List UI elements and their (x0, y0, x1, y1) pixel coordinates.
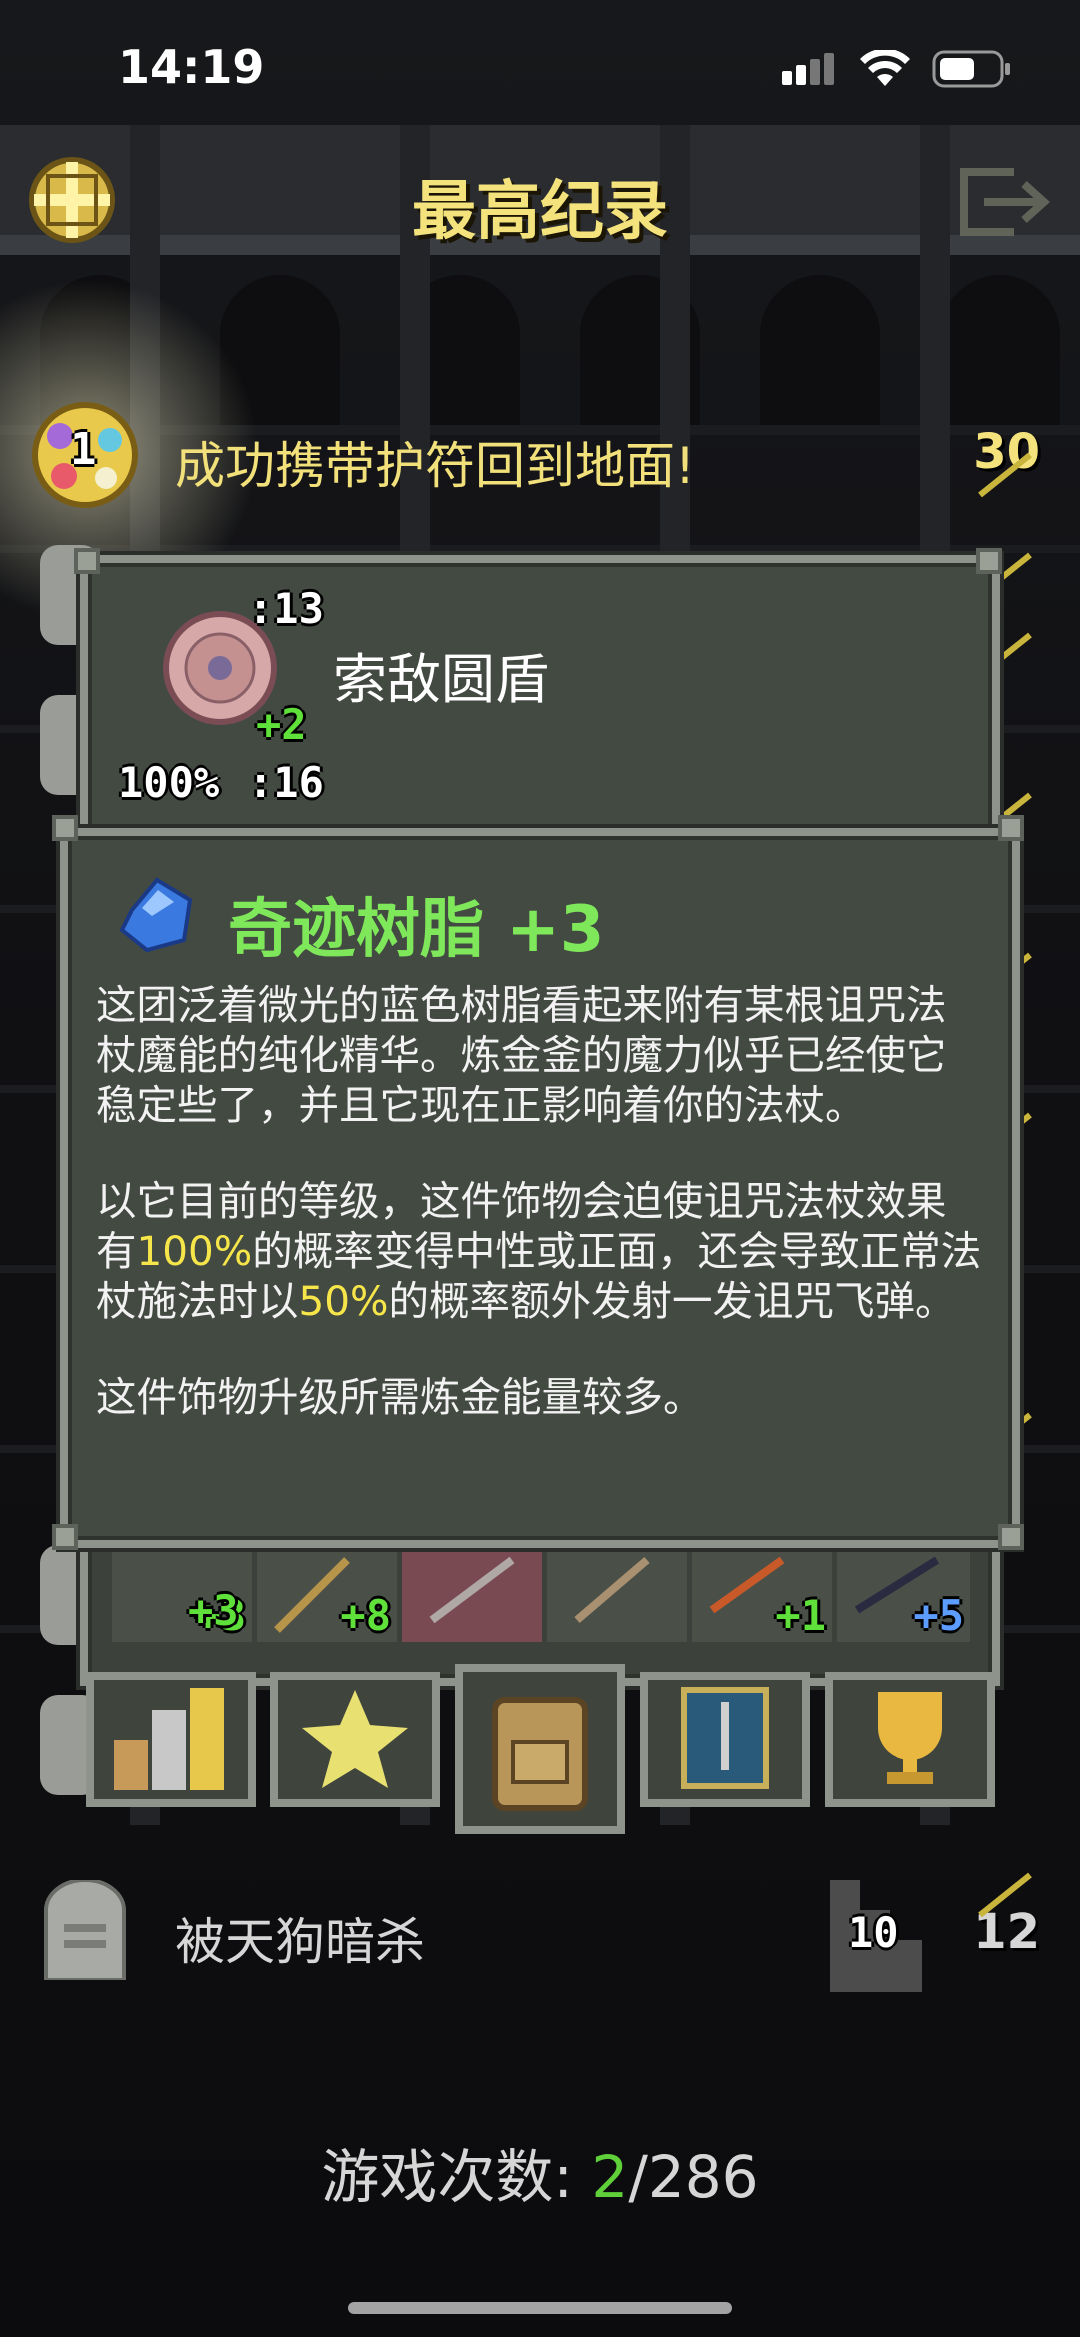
inventory-tab[interactable] (455, 1664, 625, 1834)
highlight-percent: 50% (298, 1277, 389, 1325)
badges-tab[interactable] (270, 1672, 440, 1807)
trinket-title: 奇迹树脂 +3 (228, 893, 605, 967)
exit-button[interactable] (954, 162, 1054, 242)
wand-item-icon (429, 1556, 515, 1624)
challenges-tab[interactable] (640, 1672, 810, 1807)
wifi-icon (860, 50, 910, 86)
inventory-slot[interactable] (547, 1550, 687, 1642)
exit-icon (960, 168, 1050, 236)
backpack-icon (492, 1697, 588, 1811)
item-accuracy: 100% (118, 758, 220, 807)
record-rank: 1 (70, 424, 97, 475)
frame-corner (52, 815, 78, 841)
stats-tab[interactable] (86, 1672, 256, 1807)
star-icon (302, 1690, 408, 1788)
inventory-slot[interactable]: +8 (257, 1550, 397, 1642)
item-strength-bottom: :16 (248, 758, 324, 807)
home-indicator[interactable] (348, 2302, 732, 2314)
record-depth: 10 (848, 1908, 899, 1957)
rankings-tab[interactable] (825, 1672, 995, 1807)
inventory-slot-selected[interactable] (402, 1550, 542, 1642)
tombstone-icon (44, 1880, 126, 1980)
item-strength-top: :13 (248, 584, 324, 633)
slot-level-first: +3 (188, 1586, 239, 1635)
item-upgrade-level: +2 (256, 700, 307, 749)
trophy-icon (878, 1692, 942, 1784)
record-row-2[interactable]: 被天狗暗杀 10 12 (0, 1880, 1080, 1992)
description-paragraph: 以它目前的等级，这件饰物会迫使诅咒法杖效果有100%的概率变得中性或正面，还会导… (96, 1177, 982, 1325)
frame-corner (74, 548, 100, 574)
cellular-signal-icon (782, 53, 834, 85)
record-row-1[interactable]: 1 成功携带护符回到地面! 30 (0, 400, 1080, 510)
frame-corner (998, 815, 1024, 841)
inventory-slot[interactable]: +5 (837, 1550, 970, 1642)
inventory-slot-row: +3 +8 +1 +5 (112, 1550, 970, 1642)
sword-shield-icon (681, 1687, 769, 1789)
status-time: 14:19 (118, 40, 265, 94)
games-played-counter: 游戏次数: 2/286 (321, 2143, 759, 2211)
record-text: 成功携带护符回到地面! (175, 437, 696, 495)
trinket-description: 这团泛着微光的蓝色树脂看起来附有某根诅咒法杖魔能的纯化精华。炼金釜的魔力似乎已经… (96, 980, 986, 1468)
slot-level: +1 (775, 1591, 826, 1640)
description-paragraph: 这团泛着微光的蓝色树脂看起来附有某根诅咒法杖魔能的纯化精华。炼金釜的魔力似乎已经… (96, 981, 947, 1129)
frame-corner (52, 1524, 78, 1550)
slot-level: +5 (913, 1591, 964, 1640)
description-paragraph: 这件饰物升级所需炼金能量较多。 (96, 1373, 704, 1421)
battery-icon (932, 50, 1010, 88)
inventory-slot[interactable]: +1 (692, 1550, 832, 1642)
frame-corner (976, 548, 1002, 574)
page-title: 最高纪录 (412, 175, 668, 249)
record-text: 被天狗暗杀 (175, 1913, 425, 1971)
bar-chart-icon (114, 1688, 224, 1790)
status-bar: 14:19 (0, 0, 1080, 130)
slot-level: +8 (340, 1591, 391, 1640)
item-name: 索敌圆盾 (333, 648, 549, 711)
frame-corner (998, 1524, 1024, 1550)
blue-resin-icon (119, 877, 193, 953)
highlight-percent: 100% (136, 1227, 253, 1275)
wand-item-icon (574, 1556, 650, 1624)
